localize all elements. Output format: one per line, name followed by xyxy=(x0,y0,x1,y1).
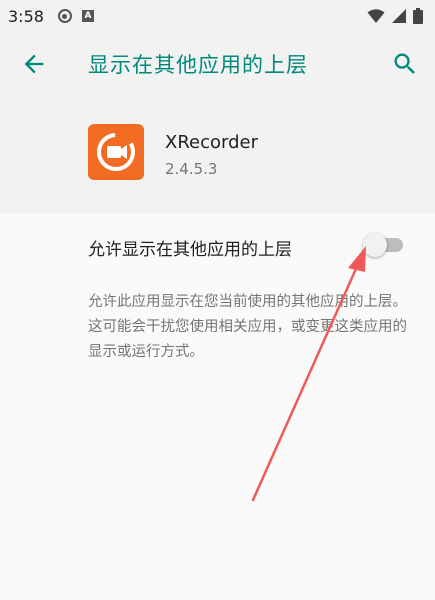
notification-a-icon: A xyxy=(81,10,94,22)
battery-icon xyxy=(413,8,423,24)
status-icons xyxy=(367,8,423,24)
overlay-permission-toggle[interactable] xyxy=(363,233,405,257)
xrecorder-app-icon xyxy=(88,124,144,180)
page-title: 显示在其他应用的上层 xyxy=(88,53,308,77)
overlay-permission-row[interactable]: 允许显示在其他应用的上层 xyxy=(0,213,435,277)
toggle-thumb xyxy=(363,233,387,257)
search-icon[interactable] xyxy=(391,50,419,78)
wifi-icon xyxy=(367,9,385,23)
overlay-permission-label: 允许显示在其他应用的上层 xyxy=(88,240,292,260)
app-name: XRecorder xyxy=(165,132,258,153)
screen-record-icon xyxy=(57,9,72,23)
back-arrow-icon[interactable] xyxy=(20,50,48,78)
app-version: 2.4.5.3 xyxy=(165,160,218,178)
permission-description: 允许此应用显示在您当前使用的其他应用的上层。这可能会干扰您使用相关应用，或变更这… xyxy=(88,294,407,360)
status-time: 3:58 xyxy=(8,6,44,26)
signal-icon xyxy=(392,9,406,23)
app-bar: 显示在其他应用的上层 xyxy=(0,32,435,96)
app-info-header: XRecorder 2.4.5.3 xyxy=(0,96,435,213)
video-camera-icon xyxy=(97,133,135,171)
status-bar: 3:58 A xyxy=(0,0,435,32)
